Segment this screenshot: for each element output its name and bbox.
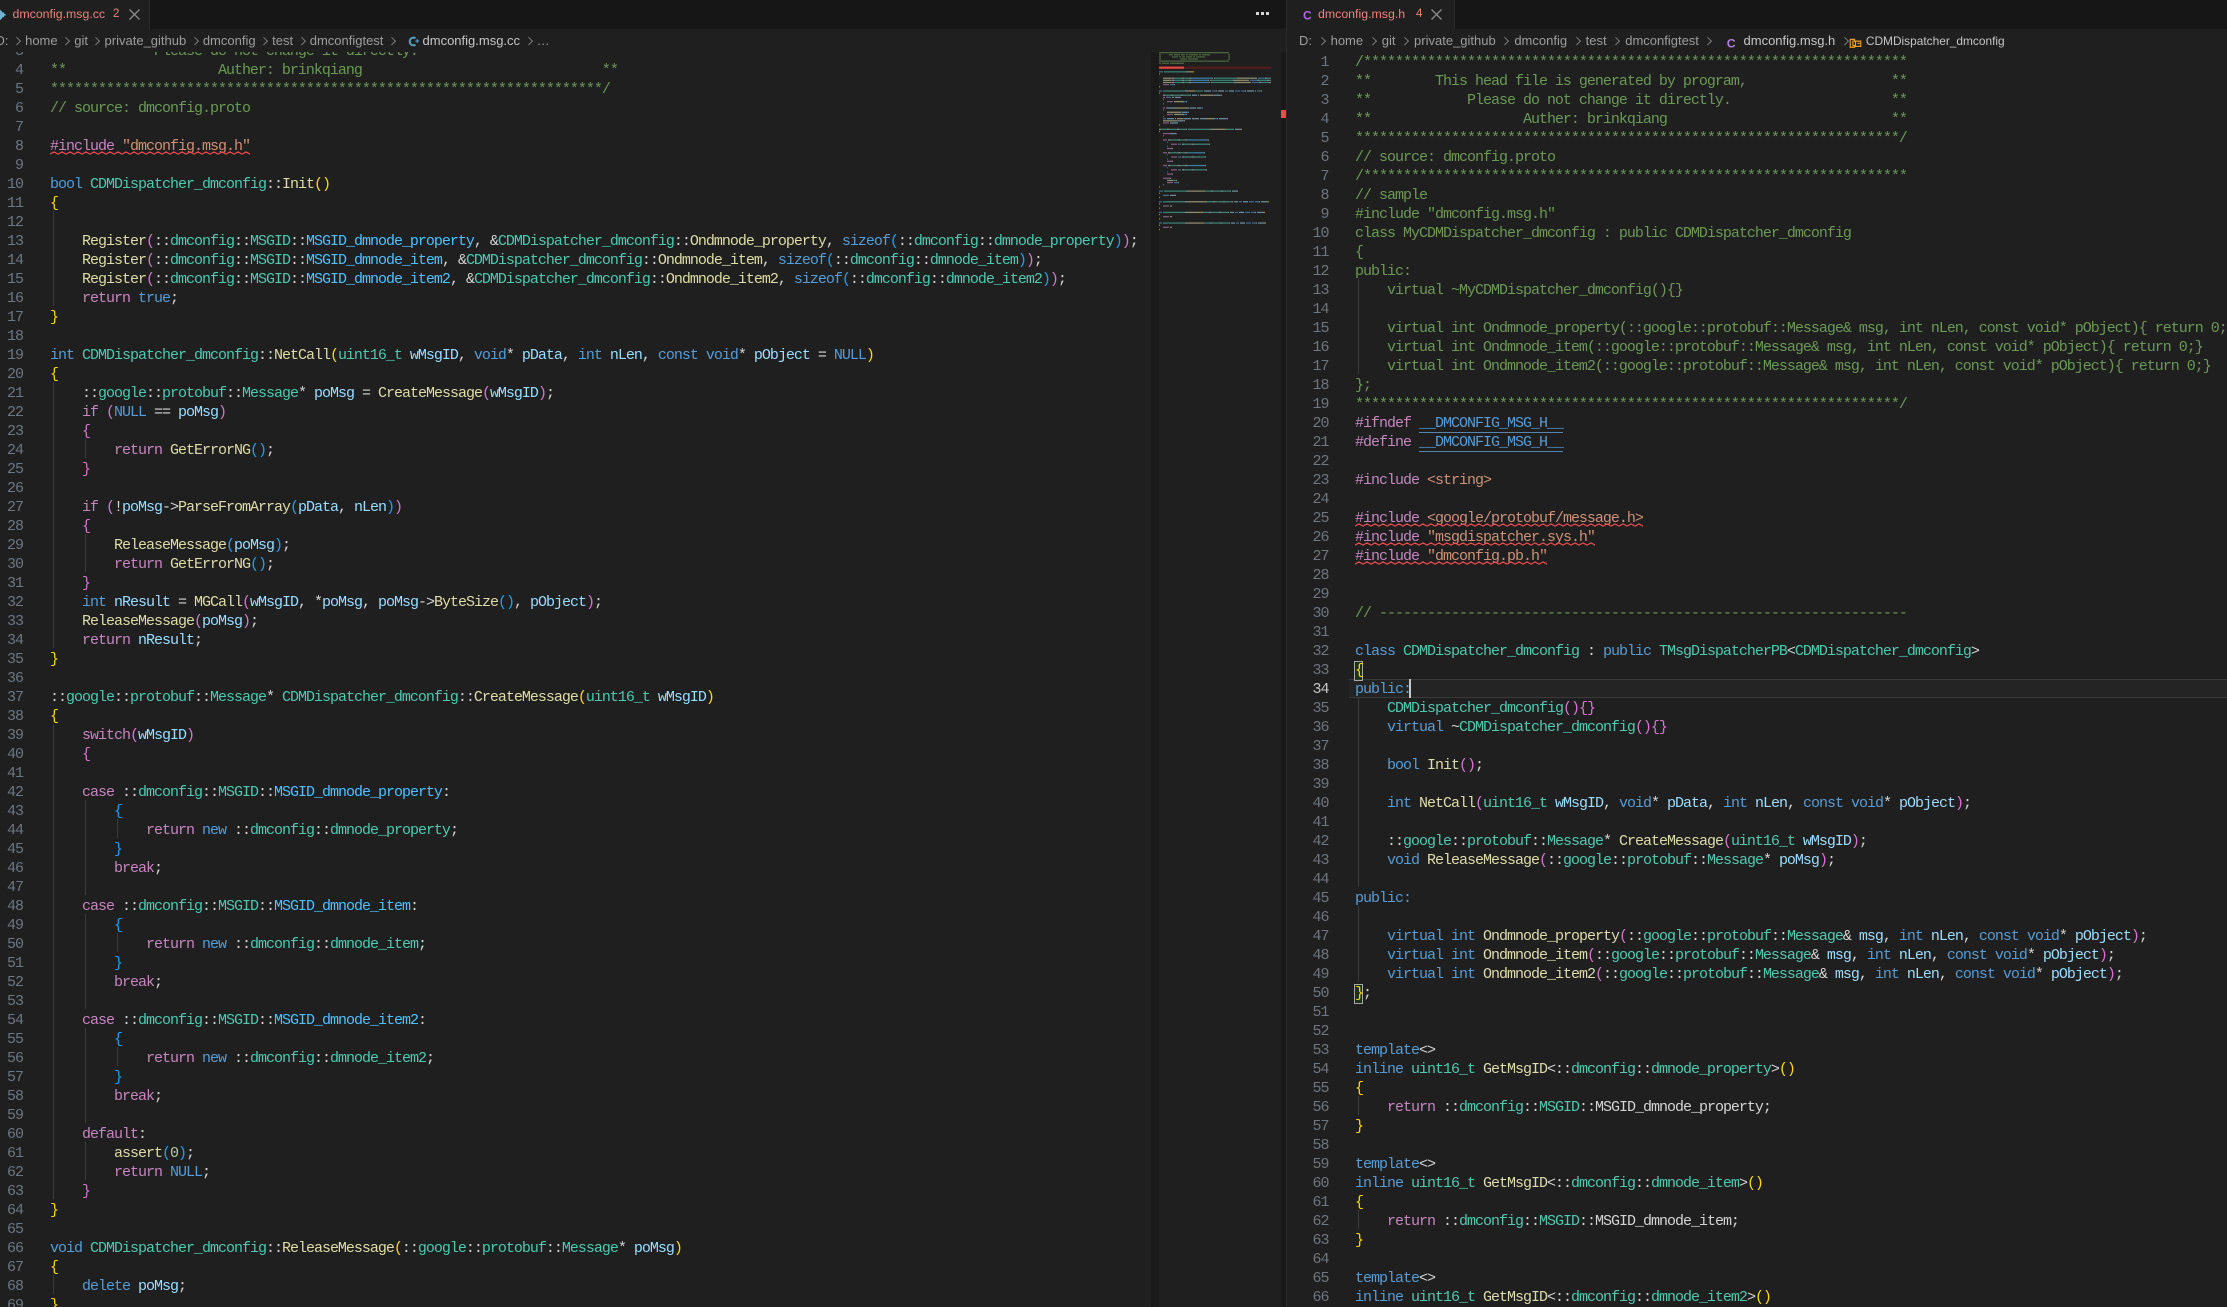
svg-text:C: C bbox=[1726, 36, 1735, 50]
svg-text:C: C bbox=[1303, 9, 1312, 23]
